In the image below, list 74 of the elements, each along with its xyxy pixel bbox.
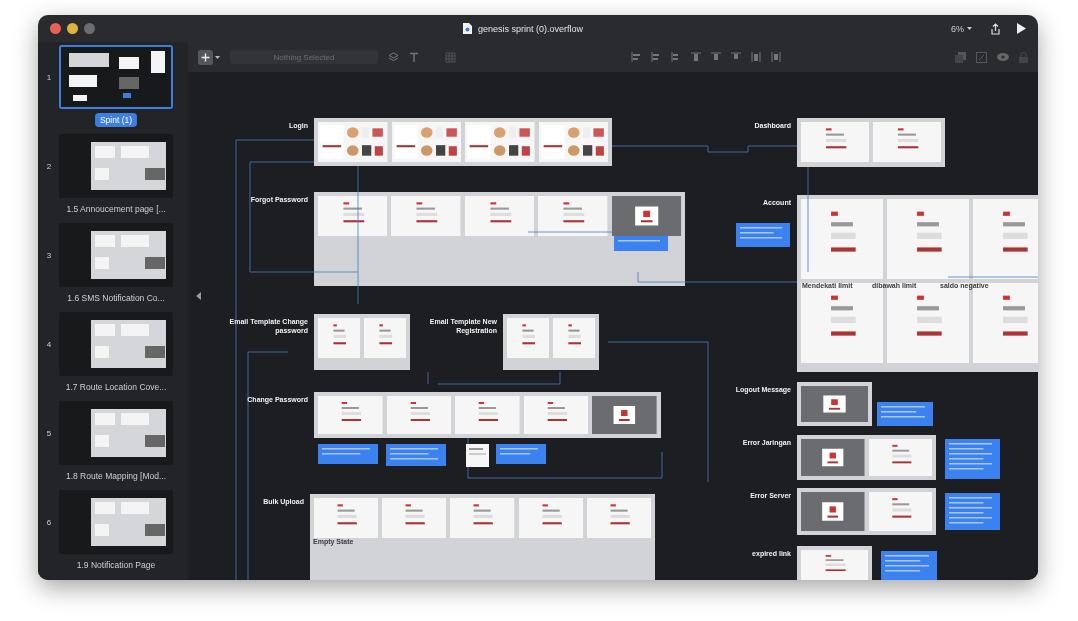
page-number: 5 [45,429,53,438]
screen-thumbnail [465,122,535,162]
page-name[interactable]: 1.6 SMS Notification Co... [62,291,170,305]
page-thumbnail[interactable] [59,134,173,198]
page-name[interactable]: 1.8 Route Mapping [Mod... [60,469,172,483]
connector-line [427,371,429,385]
screen-thumbnail [538,196,608,236]
screen-thumbnail [318,318,360,358]
screen-thumbnail [801,122,869,162]
screen-thumbnail [455,396,520,434]
page-name[interactable]: Spint (1) [94,113,138,127]
copy-icon[interactable] [955,51,966,63]
page-thumbnail[interactable] [59,312,173,376]
screen-thumbnail [868,439,932,476]
minimize-button[interactable] [67,23,78,34]
align-icon[interactable] [690,52,701,62]
align-icon[interactable] [670,52,681,62]
screen-thumbnail [586,498,651,538]
zoom-button[interactable] [84,23,95,34]
screen-thumbnail [391,122,461,162]
page-thumbnail[interactable] [59,223,173,287]
screen-thumbnail [801,492,865,531]
screen-thumbnail [450,498,515,538]
align-icon[interactable] [650,52,661,62]
page-number: 4 [45,340,53,349]
screen-thumbnail [611,196,681,236]
page-number: 2 [45,162,53,171]
screen-thumbnail [523,396,589,434]
page-number: 1 [45,73,53,82]
page-name[interactable]: 1.9 Notification Page [71,558,161,572]
screen-thumbnail [382,498,447,538]
text-icon[interactable] [409,51,419,63]
caret-icon [967,27,972,30]
page-thumbnail[interactable] [59,401,173,465]
play-icon[interactable] [1017,23,1026,34]
page-number: 6 [45,518,53,527]
screen-thumbnail [464,196,535,236]
page-name[interactable]: 1.7 Route Location Cove... [60,380,172,394]
eye-icon[interactable] [997,53,1009,61]
screen-thumbnail [868,492,932,531]
share-icon[interactable] [990,22,1001,35]
add-button[interactable] [198,49,220,65]
page-number: 3 [45,251,53,260]
align-icon[interactable] [750,52,761,62]
screen-thumbnail [592,396,657,434]
page-thumbnail[interactable] [59,45,173,109]
screen-thumbnail [318,196,388,236]
screen-thumbnail [318,122,388,162]
screen-thumbnail [553,318,595,358]
page-name[interactable]: 1.5 Annoucement page [... [61,202,171,216]
screen-thumbnail [518,498,583,538]
zoom-dropdown[interactable]: 6% [951,23,972,34]
screen-thumbnail [318,396,383,434]
align-icon[interactable] [730,52,741,62]
collapse-handle-icon[interactable] [196,292,201,300]
layers-icon[interactable] [388,51,399,63]
window-title: genesis sprint (0).overflow [477,23,583,34]
close-button[interactable] [50,23,61,34]
screen-thumbnail [314,498,379,538]
document-icon [462,23,472,34]
align-icon[interactable] [710,52,721,62]
screen-thumbnail [364,318,406,358]
screen-thumbnail [538,122,608,162]
align-icon[interactable] [770,52,781,62]
screen-thumbnail [466,444,489,467]
screen-thumbnail [801,439,865,476]
align-icon[interactable] [630,52,641,62]
screen-thumbnail [507,318,549,358]
resize-icon[interactable] [976,51,987,63]
screen-thumbnail [391,196,461,236]
screen-thumbnail [873,122,941,162]
caret-icon [215,55,220,59]
screen-thumbnail [386,396,452,434]
page-thumbnail[interactable] [59,490,173,554]
